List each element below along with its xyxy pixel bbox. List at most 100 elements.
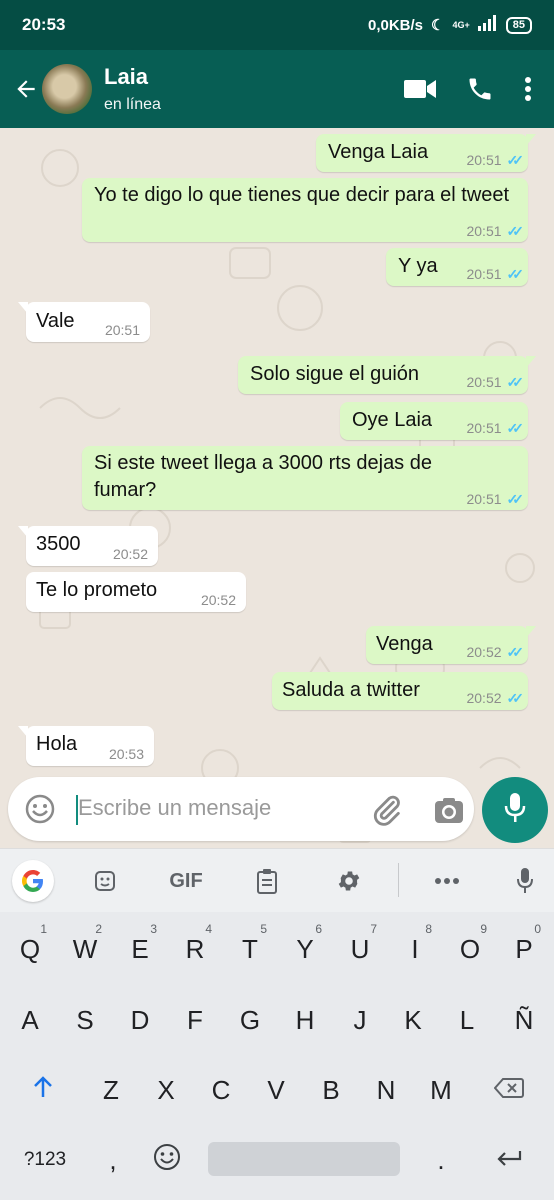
key-o[interactable]: O9 [443,916,497,982]
contact-info[interactable]: Laia en línea [104,64,161,114]
key-x[interactable]: X [139,1057,193,1123]
symbols-key[interactable]: ?123 [14,1127,76,1193]
key-p[interactable]: P0 [497,916,551,982]
shift-arrow-icon [32,1075,54,1106]
message-text: Hola [36,733,78,755]
key-r[interactable]: R4 [168,916,222,982]
message-input-bar[interactable]: Escribe un mensaje [8,777,474,841]
message-text: Vale [36,310,75,332]
settings-gear-icon[interactable] [332,865,366,897]
shift-key[interactable] [16,1057,70,1123]
comma-key[interactable]: , [86,1127,140,1193]
back-arrow-icon[interactable] [6,69,46,109]
key-s[interactable]: S [58,987,112,1053]
message-bubble-incoming[interactable]: Vale 20:51 [18,302,150,342]
message-bubble-outgoing[interactable]: Solo sigue el guión 20:51 ✓✓ [238,356,536,394]
key-b[interactable]: B [304,1057,358,1123]
message-bubble-incoming[interactable]: 3500 20:52 [18,526,158,566]
more-options-icon[interactable] [524,76,532,102]
double-check-icon: ✓✓ [506,690,525,706]
enter-key[interactable] [482,1127,536,1193]
double-check-icon: ✓✓ [506,152,525,168]
voice-record-button[interactable] [482,777,548,843]
double-check-icon: ✓✓ [506,223,525,239]
message-time: 20:52 [200,592,236,608]
key-t[interactable]: T5 [223,916,277,982]
message-bubble-outgoing[interactable]: Venga 20:52 ✓✓ [366,626,536,664]
message-text: Solo sigue el guión [250,363,420,385]
voice-typing-mic-icon[interactable] [508,865,542,897]
moon-icon: ☾ [431,17,445,34]
message-text: Saluda a twitter [282,679,420,701]
emoji-key[interactable] [140,1127,194,1193]
key-h[interactable]: H [278,987,332,1053]
message-time: 20:51 [466,152,502,168]
message-time: 20:51 [466,491,502,507]
key-j[interactable]: J [333,987,387,1053]
key-e[interactable]: E3 [113,916,167,982]
double-check-icon: ✓✓ [506,420,525,436]
message-text: Yo te digo lo que tienes que decir para … [94,184,510,206]
double-check-icon: ✓✓ [506,374,525,390]
contact-status: en línea [104,96,161,113]
key-n[interactable]: N [359,1057,413,1123]
double-check-icon: ✓✓ [506,266,525,282]
gif-icon[interactable]: GIF [166,865,206,897]
key-a[interactable]: A [3,987,57,1053]
key-k[interactable]: K [386,987,440,1053]
network-speed: 0,0KB/s [368,16,424,34]
key-i[interactable]: I8 [388,916,442,982]
signal-label: 4G+ [452,20,470,30]
space-bar[interactable] [208,1142,400,1176]
message-time: 20:52 [466,644,502,660]
message-bubble-outgoing[interactable]: Y ya 20:51 ✓✓ [386,248,528,286]
message-text: 3500 [36,533,81,555]
phone-call-icon[interactable] [466,75,494,103]
contact-name: Laia [104,64,149,89]
key-v[interactable]: V [249,1057,303,1123]
message-bubble-incoming[interactable]: Hola 20:53 [18,726,154,766]
message-time: 20:53 [108,746,144,762]
message-bubble-outgoing[interactable]: Saluda a twitter 20:52 ✓✓ [272,672,528,710]
message-bubble-outgoing[interactable]: Venga Laia 20:51 ✓✓ [316,134,536,172]
key-w[interactable]: W2 [58,916,112,982]
key-n-tilde[interactable]: Ñ [497,987,551,1053]
message-time: 20:51 [466,420,502,436]
double-check-icon: ✓✓ [506,644,525,660]
camera-icon[interactable] [432,793,466,827]
message-bubble-incoming[interactable]: Te lo prometo 20:52 [26,572,246,612]
avatar[interactable] [42,64,92,114]
microphone-icon [503,791,527,830]
key-m[interactable]: M [414,1057,468,1123]
key-d[interactable]: D [113,987,167,1053]
key-q[interactable]: Q1 [3,916,57,982]
chat-area[interactable]: Venga Laia 20:51 ✓✓ Yo te digo lo que tie… [0,128,554,848]
message-bubble-outgoing[interactable]: Si este tweet llega a 3000 rts dejas de … [82,446,528,510]
backspace-key[interactable] [482,1057,536,1123]
key-c[interactable]: C [194,1057,248,1123]
keyboard-toolbar: GIF [0,848,554,912]
message-time: 20:52 [112,546,148,562]
attach-icon[interactable] [370,793,404,827]
video-call-icon[interactable] [404,78,436,100]
more-horizontal-icon[interactable] [430,865,464,897]
key-g[interactable]: G [223,987,277,1053]
emoji-icon[interactable] [24,793,56,825]
period-key[interactable]: . [414,1127,468,1193]
enter-arrow-icon [495,1145,523,1176]
message-bubble-outgoing[interactable]: Yo te digo lo que tienes que decir para … [82,178,528,242]
message-time: 20:51 [466,223,502,239]
key-f[interactable]: F [168,987,222,1053]
key-z[interactable]: Z [84,1057,138,1123]
message-text: Venga [376,633,433,655]
message-bubble-outgoing[interactable]: Oye Laia 20:51 ✓✓ [340,402,528,440]
google-icon[interactable] [12,860,54,902]
key-y[interactable]: Y6 [278,916,332,982]
signal-icon [477,15,498,35]
message-input[interactable]: Escribe un mensaje [78,795,271,821]
key-u[interactable]: U7 [333,916,387,982]
chat-header: Laia en línea [0,50,554,128]
clipboard-icon[interactable] [250,865,284,897]
sticker-icon[interactable] [88,865,122,897]
key-l[interactable]: L [440,987,494,1053]
